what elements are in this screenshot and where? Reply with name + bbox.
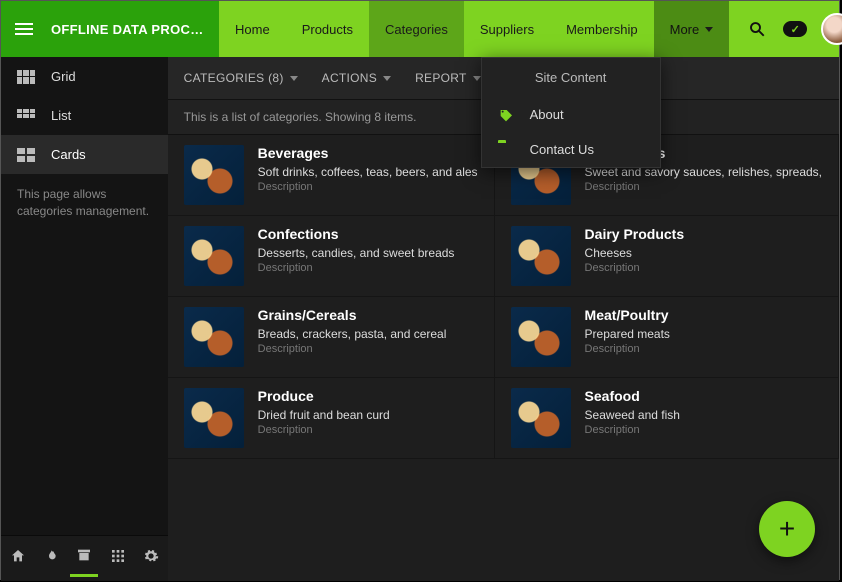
category-description: Seaweed and fish	[585, 408, 822, 422]
dropdown-title: Site Content	[482, 58, 660, 97]
settings-icon[interactable]	[137, 542, 165, 575]
category-name: Confections	[258, 226, 478, 242]
sidebar-item-label: Grid	[51, 69, 76, 84]
sidebar-bottom-nav	[1, 535, 168, 581]
category-thumbnail	[184, 307, 244, 367]
category-name: Dairy Products	[585, 226, 822, 242]
category-thumbnail	[511, 226, 571, 286]
view-list-icon	[17, 109, 35, 123]
category-thumbnail	[184, 226, 244, 286]
category-thumbnail	[511, 388, 571, 448]
category-meta: Description	[585, 181, 822, 193]
app-topbar: OFFLINE DATA PROCESS... HomeProductsCate…	[1, 1, 839, 57]
category-name: Beverages	[258, 145, 478, 161]
main-content: CATEGORIES (8) ACTIONS REPORT This is a …	[168, 57, 839, 581]
home-icon[interactable]	[4, 542, 32, 575]
category-card[interactable]: Beverages Soft drinks, coffees, teas, bee…	[168, 135, 495, 216]
category-card[interactable]: Meat/Poultry Prepared meats Description	[495, 297, 839, 378]
nav-item-more[interactable]: More	[654, 1, 730, 57]
price-tag-icon	[498, 108, 516, 122]
category-meta: Description	[258, 343, 478, 355]
category-meta: Description	[258, 181, 478, 193]
category-card[interactable]: Grains/Cereals Breads, crackers, pasta, a…	[168, 297, 495, 378]
view-cards-icon	[17, 148, 35, 162]
sidebar-item-label: Cards	[51, 147, 86, 162]
sidebar-item-grid[interactable]: Grid	[1, 57, 168, 96]
category-description: Prepared meats	[585, 327, 822, 341]
category-meta: Description	[258, 262, 478, 274]
trending-icon[interactable]	[37, 542, 65, 575]
more-dropdown-menu: Site Content About Contact Us	[481, 57, 661, 168]
category-card[interactable]: Dairy Products Cheeses Description	[495, 216, 839, 297]
nav-item-suppliers[interactable]: Suppliers	[464, 1, 550, 57]
categories-dropdown[interactable]: CATEGORIES (8)	[184, 71, 298, 85]
add-fab-button[interactable]: +	[759, 501, 815, 557]
chevron-down-icon	[473, 76, 481, 81]
dropdown-item-contact[interactable]: Contact Us	[482, 132, 660, 167]
chevron-down-icon	[290, 76, 298, 81]
category-card[interactable]: Seafood Seaweed and fish Description	[495, 378, 839, 459]
category-name: Meat/Poultry	[585, 307, 822, 323]
category-thumbnail	[184, 145, 244, 205]
category-meta: Description	[585, 424, 822, 436]
nav-item-membership[interactable]: Membership	[550, 1, 654, 57]
sidebar-item-label: List	[51, 108, 71, 123]
dropdown-item-label: About	[530, 107, 564, 122]
actions-dropdown[interactable]: ACTIONS	[322, 71, 391, 85]
sidebar-item-cards[interactable]: Cards	[1, 135, 168, 174]
category-meta: Description	[585, 343, 822, 355]
chevron-down-icon	[383, 76, 391, 81]
sidebar-hint: This page allows categories management.	[1, 174, 168, 232]
sync-status-icon[interactable]	[783, 17, 807, 41]
category-card[interactable]: Confections Desserts, candies, and sweet …	[168, 216, 495, 297]
primary-nav: HomeProductsCategoriesSuppliersMembershi…	[219, 1, 729, 57]
nav-item-categories[interactable]: Categories	[369, 1, 464, 57]
topbar-actions	[729, 1, 842, 57]
category-thumbnail	[511, 307, 571, 367]
category-card[interactable]: Produce Dried fruit and bean curd Descript…	[168, 378, 495, 459]
category-description: Cheeses	[585, 246, 822, 260]
nav-item-home[interactable]: Home	[219, 1, 286, 57]
apps-icon[interactable]	[104, 542, 132, 575]
view-grid-icon	[17, 70, 35, 84]
sidebar-item-list[interactable]: List	[1, 96, 168, 135]
folder-icon	[498, 143, 516, 157]
category-thumbnail	[184, 388, 244, 448]
category-description: Soft drinks, coffees, teas, beers, and a…	[258, 165, 478, 179]
category-description: Desserts, candies, and sweet breads	[258, 246, 478, 260]
chevron-down-icon	[705, 27, 713, 32]
archive-icon[interactable]	[70, 541, 98, 577]
dropdown-item-about[interactable]: About	[482, 97, 660, 132]
search-icon[interactable]	[745, 17, 769, 41]
category-description: Breads, crackers, pasta, and cereal	[258, 327, 478, 341]
brand-area: OFFLINE DATA PROCESS...	[1, 1, 219, 57]
category-name: Produce	[258, 388, 478, 404]
dropdown-item-label: Contact Us	[530, 142, 594, 157]
category-description: Dried fruit and bean curd	[258, 408, 478, 422]
menu-toggle-icon[interactable]	[15, 23, 33, 35]
report-dropdown[interactable]: REPORT	[415, 71, 481, 85]
avatar[interactable]	[821, 13, 842, 45]
category-meta: Description	[258, 424, 478, 436]
category-name: Seafood	[585, 388, 822, 404]
nav-item-products[interactable]: Products	[286, 1, 369, 57]
sidebar: Grid List Cards This page allows categorie…	[1, 57, 168, 581]
category-meta: Description	[585, 262, 822, 274]
category-name: Grains/Cereals	[258, 307, 478, 323]
app-title: OFFLINE DATA PROCESS...	[51, 22, 205, 37]
